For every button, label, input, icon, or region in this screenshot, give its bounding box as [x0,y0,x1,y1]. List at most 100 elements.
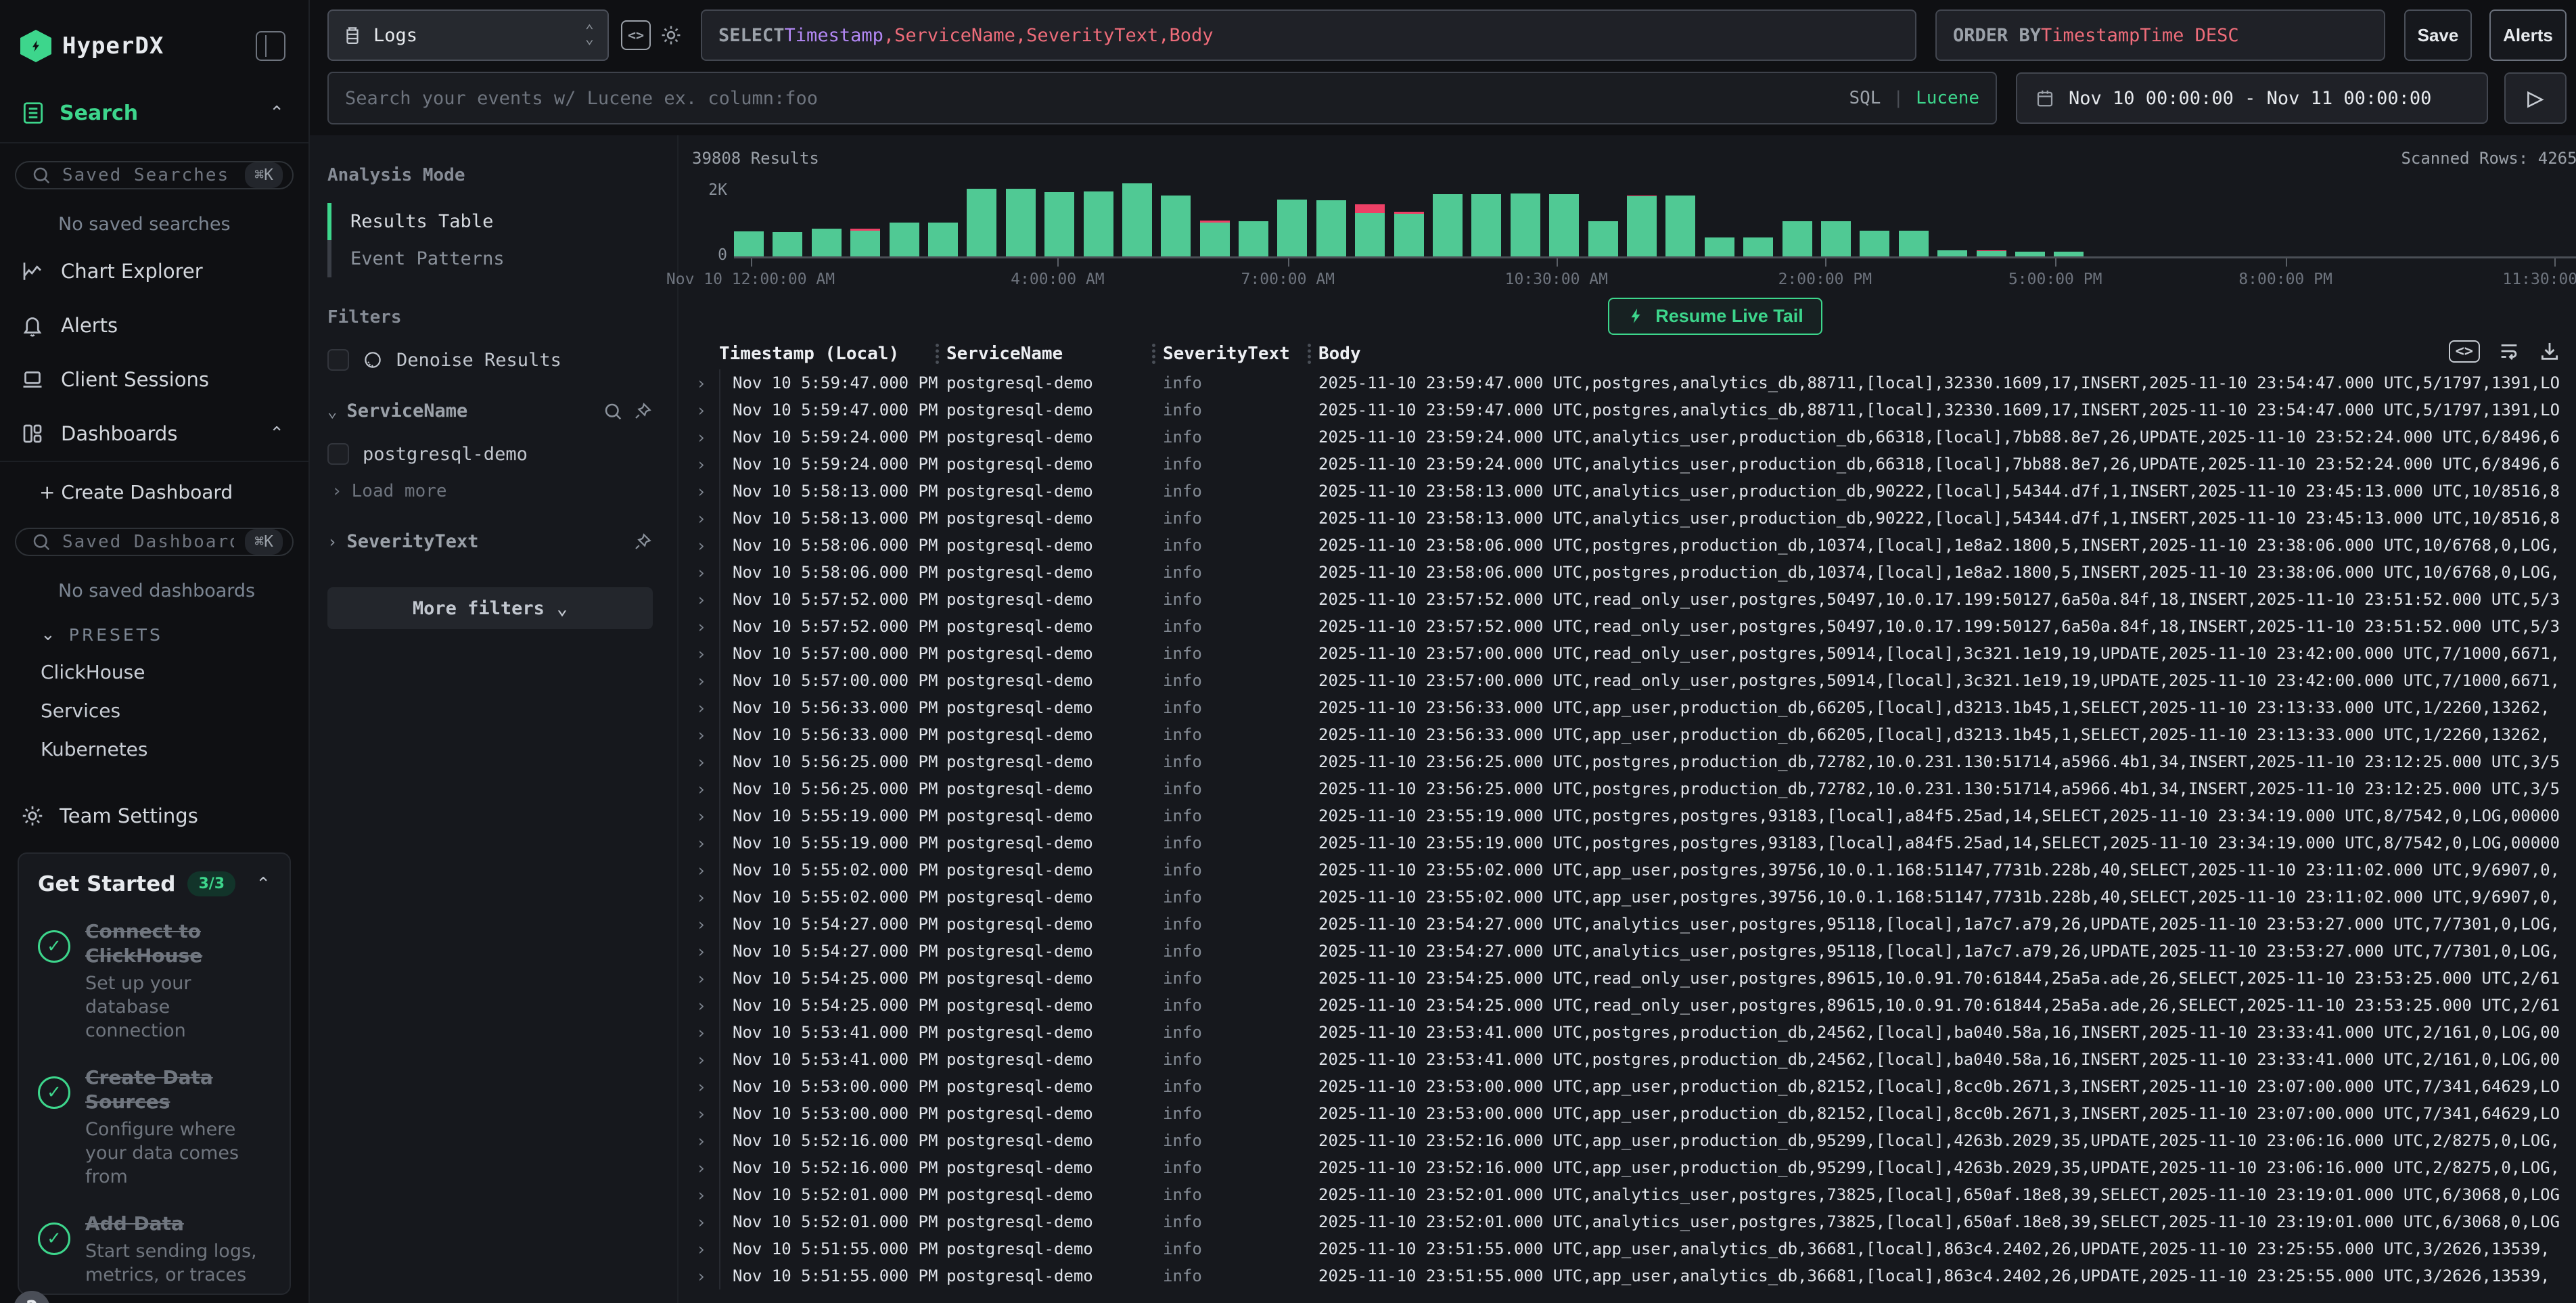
get-started-step[interactable]: ✓Create Data SourcesConfigure where your… [38,1066,271,1189]
row-expand-chevron-icon[interactable]: › [692,401,719,420]
histogram-bar[interactable] [2015,252,2045,256]
histogram-bar[interactable] [773,232,802,256]
histogram-bar[interactable] [1860,231,1889,256]
table-row[interactable]: ›Nov 10 5:59:24.000 PMpostgresql-demoinf… [678,424,2576,451]
row-expand-chevron-icon[interactable]: › [692,1212,719,1232]
column-header-severitytext[interactable]: SeverityText [1163,342,1318,365]
column-header-body[interactable]: Body [1318,342,2576,365]
table-row[interactable]: ›Nov 10 5:56:25.000 PMpostgresql-demoinf… [678,748,2576,775]
histogram-bar[interactable] [1782,221,1812,256]
sidebar-item-team-settings[interactable]: Team Settings [0,760,308,828]
histogram-bar[interactable] [1665,196,1695,256]
histogram-bars[interactable] [734,181,2576,258]
row-expand-chevron-icon[interactable]: › [692,942,719,961]
alerts-button[interactable]: Alerts [2489,9,2567,61]
saved-searches-input[interactable]: Saved Searches ⌘K [15,161,294,189]
histogram-bar[interactable] [1006,189,1036,256]
code-view-button[interactable]: <> [621,20,651,50]
table-row[interactable]: ›Nov 10 5:52:01.000 PMpostgresql-demoinf… [678,1181,2576,1208]
pin-icon[interactable] [632,401,653,421]
filter-group-servicename[interactable]: ⌄ ServiceName [327,401,653,421]
order-by-input[interactable]: ORDER BY TimestampTime DESC [1935,9,2385,61]
histogram-bar[interactable] [1044,192,1074,256]
chevron-up-icon[interactable]: ⌃ [269,103,284,123]
table-row[interactable]: ›Nov 10 5:51:55.000 PMpostgresql-demoinf… [678,1235,2576,1262]
histogram-bar[interactable] [928,223,958,256]
sidebar-collapse-button[interactable] [256,31,285,61]
histogram-bar[interactable] [1394,212,1424,256]
table-row[interactable]: ›Nov 10 5:51:55.000 PMpostgresql-demoinf… [678,1262,2576,1289]
mode-results-table[interactable]: Results Table [327,203,653,240]
source-settings-button[interactable] [656,20,686,50]
mode-event-patterns[interactable]: Event Patterns [327,240,653,277]
sidebar-item-search[interactable]: Search ⌃ [0,62,308,143]
sql-mode-toggle[interactable]: SQL [1849,88,1881,108]
row-expand-chevron-icon[interactable]: › [692,779,719,799]
table-row[interactable]: ›Nov 10 5:58:06.000 PMpostgresql-demoinf… [678,532,2576,559]
table-row[interactable]: ›Nov 10 5:56:33.000 PMpostgresql-demoinf… [678,694,2576,721]
table-row[interactable]: ›Nov 10 5:54:25.000 PMpostgresql-demoinf… [678,965,2576,992]
table-row[interactable]: ›Nov 10 5:54:27.000 PMpostgresql-demoinf… [678,938,2576,965]
histogram-bar[interactable] [1821,221,1851,256]
preset-services[interactable]: Services [0,683,308,722]
preset-clickhouse[interactable]: ClickHouse [0,645,308,683]
pin-icon[interactable] [632,532,653,552]
row-expand-chevron-icon[interactable]: › [692,725,719,745]
row-expand-chevron-icon[interactable]: › [692,1266,719,1286]
table-row[interactable]: ›Nov 10 5:56:33.000 PMpostgresql-demoinf… [678,721,2576,748]
row-expand-chevron-icon[interactable]: › [692,888,719,907]
row-expand-chevron-icon[interactable]: › [692,833,719,853]
filter-value-checkbox[interactable] [327,443,349,465]
table-row[interactable]: ›Nov 10 5:52:16.000 PMpostgresql-demoinf… [678,1127,2576,1154]
row-expand-chevron-icon[interactable]: › [692,1185,719,1205]
histogram-bar[interactable] [2054,252,2084,256]
save-button[interactable]: Save [2404,9,2472,61]
histogram-bar[interactable] [1705,237,1734,256]
row-expand-chevron-icon[interactable]: › [692,1050,719,1070]
table-row[interactable]: ›Nov 10 5:54:25.000 PMpostgresql-demoinf… [678,992,2576,1019]
table-row[interactable]: ›Nov 10 5:53:41.000 PMpostgresql-demoinf… [678,1019,2576,1046]
download-icon[interactable] [2538,340,2561,363]
table-row[interactable]: ›Nov 10 5:58:06.000 PMpostgresql-demoinf… [678,559,2576,586]
table-row[interactable]: ›Nov 10 5:57:00.000 PMpostgresql-demoinf… [678,640,2576,667]
table-row[interactable]: ›Nov 10 5:55:02.000 PMpostgresql-demoinf… [678,856,2576,884]
row-expand-chevron-icon[interactable]: › [692,644,719,664]
create-dashboard-button[interactable]: + Create Dashboard [0,462,308,510]
table-row[interactable]: ›Nov 10 5:57:00.000 PMpostgresql-demoinf… [678,667,2576,694]
histogram-bar[interactable] [1627,196,1657,256]
row-expand-chevron-icon[interactable]: › [692,861,719,880]
table-row[interactable]: ›Nov 10 5:55:02.000 PMpostgresql-demoinf… [678,884,2576,911]
row-expand-chevron-icon[interactable]: › [692,806,719,826]
table-row[interactable]: ›Nov 10 5:59:47.000 PMpostgresql-demoinf… [678,396,2576,424]
table-row[interactable]: ›Nov 10 5:55:19.000 PMpostgresql-demoinf… [678,802,2576,829]
histogram-bar[interactable] [1511,193,1540,256]
histogram-bar[interactable] [1937,250,1967,256]
table-row[interactable]: ›Nov 10 5:52:01.000 PMpostgresql-demoinf… [678,1208,2576,1235]
histogram-bar[interactable] [1239,221,1268,256]
denoise-checkbox[interactable] [327,349,349,371]
row-expand-chevron-icon[interactable]: › [692,509,719,528]
histogram-bar[interactable] [1743,237,1773,256]
sidebar-item-dashboards[interactable]: Dashboards⌃ [0,407,308,461]
row-expand-chevron-icon[interactable]: › [692,969,719,988]
histogram-bar[interactable] [1277,200,1307,256]
table-row[interactable]: ›Nov 10 5:59:47.000 PMpostgresql-demoinf… [678,369,2576,396]
row-expand-chevron-icon[interactable]: › [692,536,719,555]
row-expand-chevron-icon[interactable]: › [692,455,719,474]
select-columns-input[interactable]: SELECT Timestamp,ServiceName,SeverityTex… [701,9,1916,61]
wrap-lines-icon[interactable] [2498,340,2521,363]
histogram-bar[interactable] [812,229,842,256]
histogram-bar[interactable] [1899,231,1929,256]
table-row[interactable]: ›Nov 10 5:56:25.000 PMpostgresql-demoinf… [678,775,2576,802]
table-row[interactable]: ›Nov 10 5:57:52.000 PMpostgresql-demoinf… [678,586,2576,613]
load-more-button[interactable]: › Load more [327,481,653,501]
row-expand-chevron-icon[interactable]: › [692,1104,719,1124]
sidebar-item-chart-explorer[interactable]: Chart Explorer [0,244,308,298]
histogram-bar[interactable] [1161,196,1191,256]
row-expand-chevron-icon[interactable]: › [692,617,719,637]
event-search-input[interactable]: Search your events w/ Lucene ex. column:… [327,72,1997,124]
filter-group-severitytext[interactable]: › SeverityText [327,531,653,552]
row-expand-chevron-icon[interactable]: › [692,915,719,934]
histogram-bar[interactable] [1200,221,1230,256]
resume-live-tail-button[interactable]: Resume Live Tail [1608,298,1822,335]
